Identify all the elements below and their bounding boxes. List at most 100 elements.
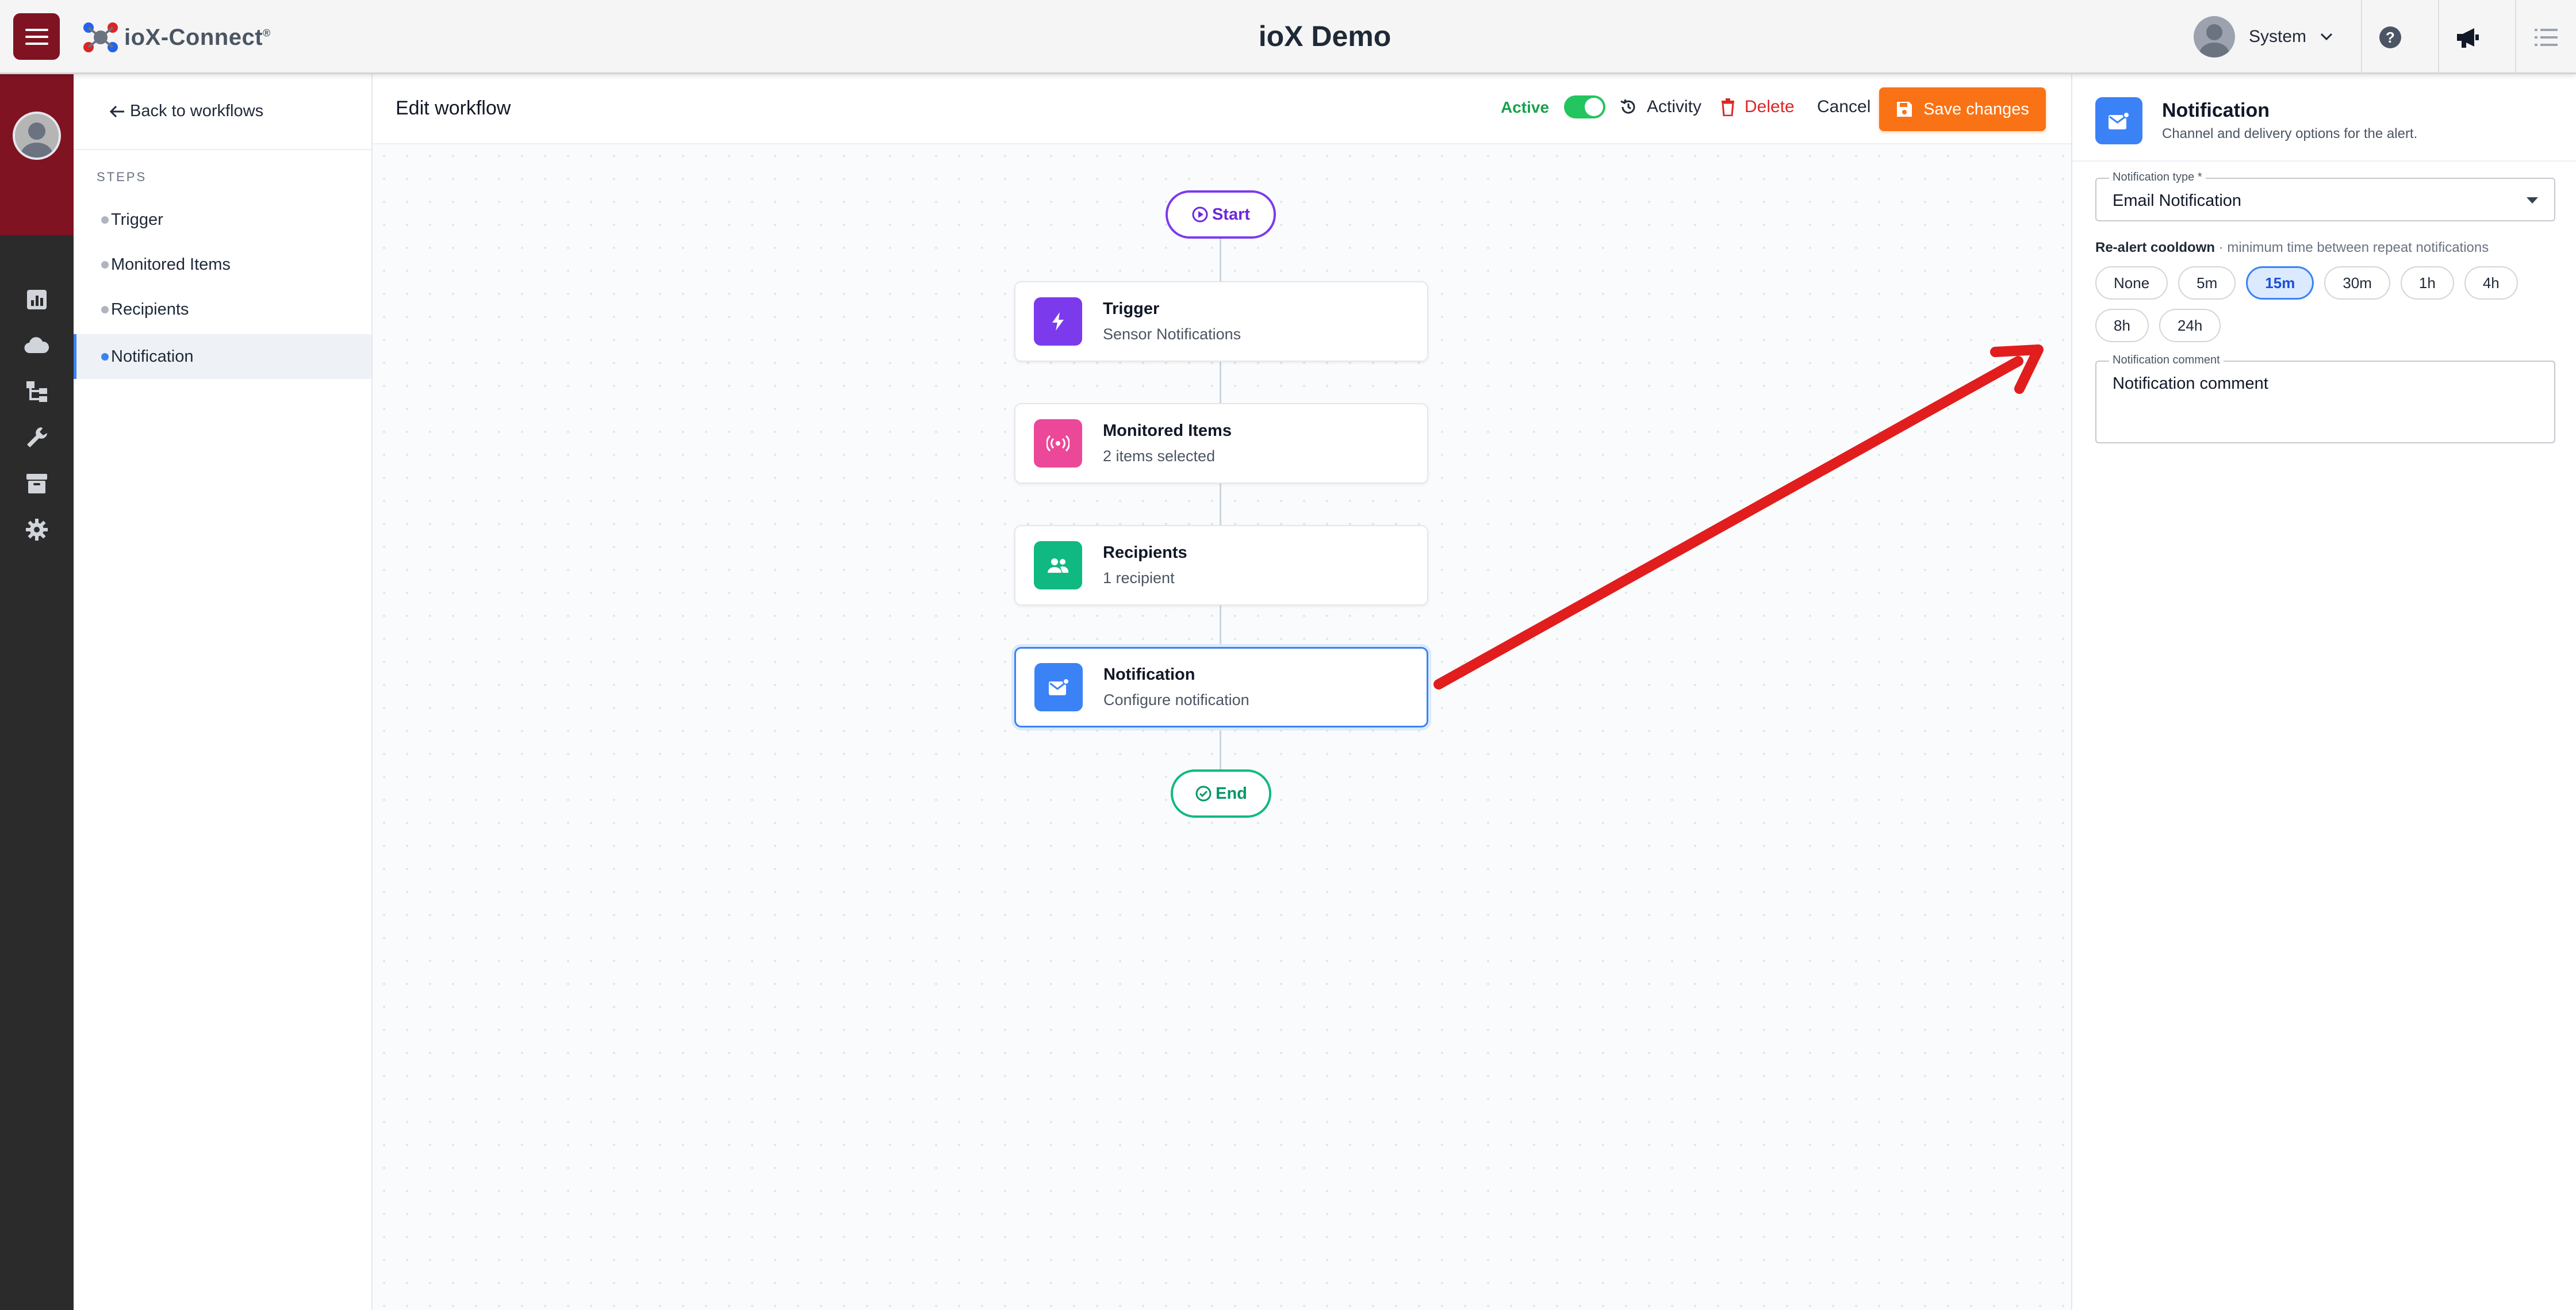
step-dot <box>101 305 109 313</box>
node-title: Recipients <box>1103 543 1187 562</box>
app-title-wrap: ioX Demo <box>0 20 2576 53</box>
left-rail <box>0 74 74 1310</box>
help-button[interactable]: ? <box>2361 0 2418 74</box>
connector-line <box>1220 239 1221 281</box>
step-dot <box>101 261 109 269</box>
app-logo[interactable]: ioX-Connect® <box>80 20 271 55</box>
node-title: Notification <box>1103 665 1195 684</box>
cooldown-chip-24h[interactable]: 24h <box>2159 309 2221 342</box>
cloud-icon[interactable] <box>24 333 49 358</box>
cooldown-chip-none[interactable]: None <box>2095 266 2168 300</box>
step-label: Recipients <box>111 300 189 319</box>
active-toggle[interactable] <box>1564 95 1605 118</box>
step-label: Monitored Items <box>111 255 231 274</box>
logo-text: ioX-Connect® <box>124 24 271 50</box>
top-bar: ioX-Connect® ioX Demo System ? <box>0 0 2576 74</box>
toggle-knob <box>1585 98 1603 116</box>
start-node[interactable]: Start <box>1166 190 1276 239</box>
end-label: End <box>1216 784 1247 803</box>
step-label: Trigger <box>111 210 163 229</box>
svg-text:?: ? <box>2386 29 2395 46</box>
step-item-trigger[interactable]: Trigger <box>74 197 371 242</box>
cooldown-chip-1h[interactable]: 1h <box>2400 266 2454 300</box>
start-label: Start <box>1212 205 1251 224</box>
active-label: Active <box>1501 98 1550 116</box>
mail-icon <box>2109 112 2130 129</box>
divider <box>74 149 371 150</box>
cooldown-chip-5m[interactable]: 5m <box>2178 266 2236 300</box>
archive-icon[interactable] <box>24 471 49 496</box>
cooldown-chip-30m[interactable]: 30m <box>2324 266 2390 300</box>
node-text: Trigger Sensor Notifications <box>1103 300 1241 343</box>
panel-subtitle: Channel and delivery options for the ale… <box>2162 126 2418 141</box>
panel-icon-box <box>2095 97 2142 144</box>
back-link-label: Back to workflows <box>130 102 264 120</box>
rail-profile <box>0 74 74 235</box>
announcements-button[interactable] <box>2438 0 2496 74</box>
node-text: Monitored Items 2 items selected <box>1103 422 1232 465</box>
cooldown-options: None 5m 15m 30m 1h 4h 8h 24h <box>2095 266 2532 342</box>
logo-molecule-icon <box>83 22 118 52</box>
flow-node-recipients[interactable]: Recipients 1 recipient <box>1014 525 1428 606</box>
users-icon <box>1048 558 1069 573</box>
user-menu[interactable]: System <box>2194 16 2333 58</box>
gear-icon[interactable] <box>24 517 49 542</box>
app-title: ioX Demo <box>1258 20 1392 52</box>
user-avatar <box>2194 16 2235 58</box>
node-text: Notification Configure notification <box>1103 665 1249 709</box>
cooldown-chip-4h[interactable]: 4h <box>2464 266 2518 300</box>
flow-node-notification[interactable]: Notification Configure notification <box>1014 647 1428 727</box>
trash-icon <box>1722 98 1734 116</box>
step-item-recipients[interactable]: Recipients <box>74 287 371 332</box>
arrow-left-icon <box>109 105 124 117</box>
lightning-icon <box>1052 312 1064 331</box>
chart-icon[interactable] <box>24 287 49 312</box>
cooldown-title: Re-alert cooldown <box>2095 240 2215 255</box>
delete-button[interactable]: Delete <box>1720 97 1795 117</box>
cancel-button[interactable]: Cancel <box>1817 97 1870 117</box>
back-to-workflows-link[interactable]: Back to workflows <box>109 102 263 121</box>
step-item-monitored-items[interactable]: Monitored Items <box>74 242 371 287</box>
menu-button[interactable] <box>13 13 60 60</box>
cooldown-heading: Re-alert cooldown · minimum time between… <box>2095 240 2489 256</box>
notification-type-select[interactable]: Notification type * Email Notification <box>2095 171 2555 221</box>
end-node[interactable]: End <box>1171 769 1271 818</box>
cooldown-chip-15m[interactable]: 15m <box>2246 266 2314 300</box>
list-icon <box>2535 28 2558 46</box>
chevron-down-icon <box>2320 33 2333 41</box>
connector-line <box>1220 484 1221 525</box>
save-icon <box>1897 102 1912 117</box>
node-icon-box <box>1034 297 1082 346</box>
connector-line <box>1220 727 1221 769</box>
flow-node-monitored-items[interactable]: Monitored Items 2 items selected <box>1014 403 1428 484</box>
divider <box>2072 160 2576 162</box>
wrench-icon[interactable] <box>24 425 49 450</box>
list-view-button[interactable] <box>2515 0 2576 74</box>
node-subtitle: 2 items selected <box>1103 447 1216 465</box>
mail-icon <box>1049 678 1070 695</box>
rail-avatar[interactable] <box>13 112 61 160</box>
step-dot <box>101 353 109 361</box>
panel-title: Notification <box>2162 99 2270 121</box>
save-changes-button[interactable]: Save changes <box>1879 87 2046 131</box>
node-icon-box <box>1034 419 1082 468</box>
rail-nav <box>0 287 74 542</box>
save-label: Save changes <box>1923 99 2029 118</box>
play-circle-icon <box>1192 206 1208 223</box>
connector-line <box>1220 606 1221 647</box>
flow-node-trigger[interactable]: Trigger Sensor Notifications <box>1014 281 1428 362</box>
connector-line <box>1220 362 1221 403</box>
node-title: Monitored Items <box>1103 422 1232 440</box>
notification-comment-field[interactable]: Notification comment Notification commen… <box>2095 354 2555 443</box>
step-dot <box>101 216 109 224</box>
check-circle-icon <box>1195 786 1212 802</box>
steps-sidebar: Back to workflows STEPS Trigger Monitore… <box>74 74 373 1310</box>
hierarchy-icon[interactable] <box>24 379 49 404</box>
step-item-notification[interactable]: Notification <box>74 334 371 379</box>
node-subtitle: Configure notification <box>1103 691 1249 708</box>
history-icon <box>1620 99 1635 114</box>
menu-icon <box>25 28 48 45</box>
cooldown-chip-8h[interactable]: 8h <box>2095 309 2149 342</box>
steps-heading: STEPS <box>97 170 147 184</box>
activity-button[interactable]: Activity <box>1619 97 1701 117</box>
